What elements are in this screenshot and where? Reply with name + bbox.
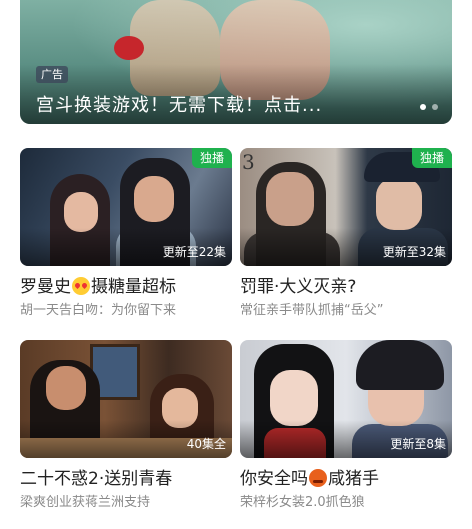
video-title[interactable]: 罗曼史 摄糖量超标 <box>20 276 232 298</box>
episode-status: 更新至32集 <box>382 245 446 259</box>
pagination-dot-active[interactable] <box>420 104 426 110</box>
video-card[interactable]: 独播 更新至22集 罗曼史 摄糖量超标 胡一天告白吻：为你留下来 <box>20 148 232 320</box>
exclusive-badge: 独播 <box>192 148 232 168</box>
ad-label-badge: 广告 <box>36 66 68 83</box>
video-thumbnail[interactable]: 3 独播 更新至32集 <box>240 148 452 266</box>
video-title[interactable]: 罚罪·大义灭亲? <box>240 276 452 298</box>
video-title[interactable]: 你安全吗 咸猪手 <box>240 468 452 490</box>
banner-flower <box>114 36 144 60</box>
angry-face-emoji-icon <box>309 469 327 487</box>
video-subtitle: 荣梓杉女装2.0抓色狼 <box>240 495 365 510</box>
title-text-after: 咸猪手 <box>328 469 379 489</box>
video-subtitle: 梁爽创业获蒋兰洲支持 <box>20 495 151 510</box>
video-card[interactable]: 3 独播 更新至32集 罚罪·大义灭亲? 常征亲手带队抓捕“岳父” <box>240 148 452 320</box>
exclusive-badge: 独播 <box>412 148 452 168</box>
video-thumbnail[interactable]: 40集全 <box>20 340 232 458</box>
pagination-dot[interactable] <box>432 104 438 110</box>
heart-eyes-emoji-icon <box>72 277 90 295</box>
video-title[interactable]: 二十不惑2·送别青春 <box>20 468 232 490</box>
episode-status: 更新至8集 <box>390 437 446 451</box>
episode-status: 更新至22集 <box>162 245 226 259</box>
video-thumbnail[interactable]: 独播 更新至22集 <box>20 148 232 266</box>
episode-status: 40集全 <box>186 437 226 451</box>
video-subtitle: 胡一天告白吻：为你留下来 <box>20 303 177 318</box>
poster-number: 3 <box>242 150 255 174</box>
video-card[interactable]: 40集全 二十不惑2·送别青春 梁爽创业获蒋兰洲支持 <box>20 340 232 512</box>
video-thumbnail[interactable]: 更新至8集 <box>240 340 452 458</box>
title-text: 你安全吗 <box>240 469 308 489</box>
banner-pagination <box>420 104 438 110</box>
video-card[interactable]: 更新至8集 你安全吗 咸猪手 荣梓杉女装2.0抓色狼 <box>240 340 452 512</box>
title-text-after: 摄糖量超标 <box>91 277 176 297</box>
video-subtitle: 常征亲手带队抓捕“岳父” <box>240 303 384 318</box>
title-text: 罗曼史 <box>20 277 71 297</box>
ad-banner[interactable]: 广告 宫斗换装游戏！无需下载！点击... <box>20 0 452 124</box>
banner-title: 宫斗换装游戏！无需下载！点击... <box>36 95 323 116</box>
